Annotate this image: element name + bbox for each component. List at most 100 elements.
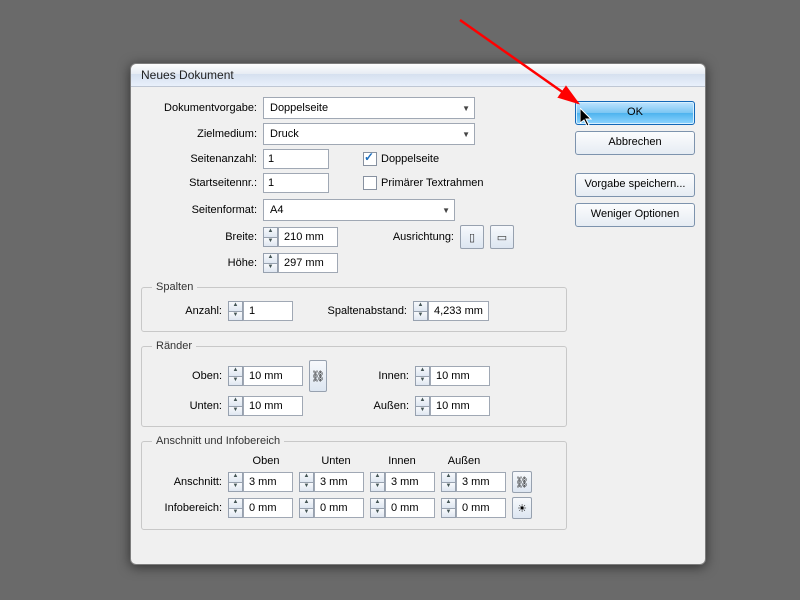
orientation-label: Ausrichtung:	[344, 231, 454, 243]
columns-count-value[interactable]: 1	[243, 301, 293, 321]
preset-combo[interactable]: Doppelseite ▼	[263, 97, 475, 119]
width-spinner[interactable]: ▲▼ 210 mm	[263, 227, 338, 247]
dialog-title: Neues Dokument	[141, 68, 234, 82]
start-page-input[interactable]: 1	[263, 173, 329, 193]
col-outer-header: Außen	[436, 455, 492, 467]
height-label: Höhe:	[141, 257, 257, 269]
intent-label: Zielmedium:	[141, 128, 257, 140]
spinner-buttons[interactable]: ▲▼	[228, 396, 243, 416]
page-count-label: Seitenanzahl:	[141, 153, 257, 165]
margin-bottom-value[interactable]: 10 mm	[243, 396, 303, 416]
bleed-outer-value[interactable]: 3 mm	[456, 472, 506, 492]
columns-legend: Spalten	[152, 281, 197, 293]
gutter-spinner[interactable]: ▲▼ 4,233 mm	[413, 301, 489, 321]
preset-value: Doppelseite	[270, 102, 328, 114]
margins-group: Ränder Oben: ▲▼ 10 mm ⛓ Innen: ▲▼ 10 mm …	[141, 340, 567, 427]
form-area: Dokumentvorgabe: Doppelseite ▼ Zielmediu…	[141, 97, 567, 530]
margin-top-value[interactable]: 10 mm	[243, 366, 303, 386]
col-bottom-header: Unten	[304, 455, 368, 467]
dialog-body: Dokumentvorgabe: Doppelseite ▼ Zielmediu…	[131, 87, 705, 540]
margin-outer-value[interactable]: 10 mm	[430, 396, 490, 416]
start-page-label: Startseitennr.:	[141, 177, 257, 189]
col-top-header: Oben	[234, 455, 298, 467]
slug-outer-value[interactable]: 0 mm	[456, 498, 506, 518]
spinner-buttons[interactable]: ▲▼	[415, 396, 430, 416]
bleed-inner-spinner[interactable]: ▲▼3 mm	[370, 472, 435, 492]
intent-combo[interactable]: Druck ▼	[263, 123, 475, 145]
height-spinner[interactable]: ▲▼ 297 mm	[263, 253, 338, 273]
margin-top-spinner[interactable]: ▲▼ 10 mm	[228, 366, 303, 386]
slug-inner-spinner[interactable]: ▲▼0 mm	[370, 498, 435, 518]
page-size-combo[interactable]: A4 ▼	[263, 199, 455, 221]
bleed-slug-group: Anschnitt und Infobereich Oben Unten Inn…	[141, 435, 567, 530]
facing-pages-checkbox[interactable]: Doppelseite	[363, 152, 439, 166]
save-preset-button[interactable]: Vorgabe speichern...	[575, 173, 695, 197]
gutter-value[interactable]: 4,233 mm	[428, 301, 489, 321]
spinner-buttons[interactable]: ▲▼	[415, 366, 430, 386]
width-value[interactable]: 210 mm	[278, 227, 338, 247]
margin-top-label: Oben:	[152, 370, 222, 382]
spinner-buttons[interactable]: ▲▼	[263, 253, 278, 273]
slug-inner-value[interactable]: 0 mm	[385, 498, 435, 518]
landscape-icon: ▭	[497, 231, 507, 244]
primary-text-frame-checkbox[interactable]: Primärer Textrahmen	[363, 176, 484, 190]
page-size-value: A4	[270, 204, 283, 216]
columns-count-label: Anzahl:	[152, 305, 222, 317]
orientation-portrait-button[interactable]: ▯	[460, 225, 484, 249]
chevron-down-icon: ▼	[442, 206, 450, 215]
bleed-label: Anschnitt:	[152, 476, 222, 488]
slug-outer-spinner[interactable]: ▲▼0 mm	[441, 498, 506, 518]
facing-pages-label: Doppelseite	[381, 153, 439, 165]
new-document-dialog: Neues Dokument Dokumentvorgabe: Doppelse…	[130, 63, 706, 565]
columns-count-spinner[interactable]: ▲▼ 1	[228, 301, 293, 321]
spinner-buttons[interactable]: ▲▼	[413, 301, 428, 321]
page-count-input[interactable]: 1	[263, 149, 329, 169]
slug-top-spinner[interactable]: ▲▼0 mm	[228, 498, 293, 518]
slug-bottom-spinner[interactable]: ▲▼0 mm	[299, 498, 364, 518]
col-inner-header: Innen	[374, 455, 430, 467]
bleed-top-spinner[interactable]: ▲▼3 mm	[228, 472, 293, 492]
intent-value: Druck	[270, 128, 299, 140]
columns-group: Spalten Anzahl: ▲▼ 1 Spaltenabstand: ▲▼ …	[141, 281, 567, 332]
spinner-buttons[interactable]: ▲▼	[228, 301, 243, 321]
height-value[interactable]: 297 mm	[278, 253, 338, 273]
chevron-down-icon: ▼	[462, 130, 470, 139]
spinner-buttons[interactable]: ▲▼	[228, 366, 243, 386]
bleed-bottom-value[interactable]: 3 mm	[314, 472, 364, 492]
margin-inner-spinner[interactable]: ▲▼ 10 mm	[415, 366, 490, 386]
link-icon: ⛓	[515, 476, 529, 489]
fewer-options-button[interactable]: Weniger Optionen	[575, 203, 695, 227]
margin-outer-label: Außen:	[333, 400, 409, 412]
dialog-titlebar: Neues Dokument	[131, 64, 705, 87]
chevron-down-icon: ▼	[462, 104, 470, 113]
slug-label: Infobereich:	[152, 502, 222, 514]
slug-bottom-value[interactable]: 0 mm	[314, 498, 364, 518]
orientation-landscape-button[interactable]: ▭	[490, 225, 514, 249]
ok-button[interactable]: OK	[575, 101, 695, 125]
margin-bottom-spinner[interactable]: ▲▼ 10 mm	[228, 396, 303, 416]
width-label: Breite:	[141, 231, 257, 243]
primary-text-frame-label: Primärer Textrahmen	[381, 177, 484, 189]
margin-inner-value[interactable]: 10 mm	[430, 366, 490, 386]
margin-bottom-label: Unten:	[152, 400, 222, 412]
margin-inner-label: Innen:	[333, 370, 409, 382]
dialog-buttons: OK Abbrechen Vorgabe speichern... Wenige…	[575, 97, 695, 530]
bleed-slug-legend: Anschnitt und Infobereich	[152, 435, 284, 447]
preset-label: Dokumentvorgabe:	[141, 102, 257, 114]
margins-link-button[interactable]: ⛓	[309, 360, 327, 392]
gutter-label: Spaltenabstand:	[299, 305, 407, 317]
checkbox-icon	[363, 152, 377, 166]
slug-top-value[interactable]: 0 mm	[243, 498, 293, 518]
margins-legend: Ränder	[152, 340, 196, 352]
bleed-outer-spinner[interactable]: ▲▼3 mm	[441, 472, 506, 492]
margin-outer-spinner[interactable]: ▲▼ 10 mm	[415, 396, 490, 416]
bleed-inner-value[interactable]: 3 mm	[385, 472, 435, 492]
checkbox-icon	[363, 176, 377, 190]
spinner-buttons[interactable]: ▲▼	[263, 227, 278, 247]
bleed-bottom-spinner[interactable]: ▲▼3 mm	[299, 472, 364, 492]
bleed-top-value[interactable]: 3 mm	[243, 472, 293, 492]
cancel-button[interactable]: Abbrechen	[575, 131, 695, 155]
slug-preview-button[interactable]: ☀	[512, 497, 532, 519]
page-size-label: Seitenformat:	[141, 204, 257, 216]
bleed-link-button[interactable]: ⛓	[512, 471, 532, 493]
